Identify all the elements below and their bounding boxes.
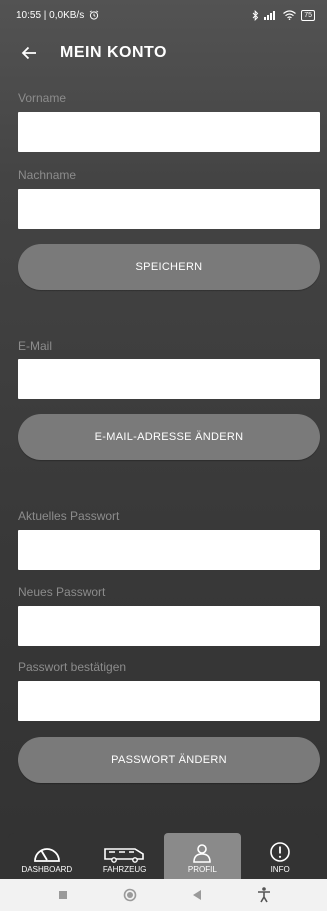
nachname-label: Nachname (18, 168, 77, 182)
alarm-clock-icon (89, 10, 99, 20)
new-password-label: Neues Passwort (18, 585, 106, 599)
recent-apps-button[interactable] (48, 880, 78, 910)
vorname-input[interactable] (18, 112, 320, 152)
triangle-back-icon (192, 890, 201, 900)
confirm-password-label: Passwort bestätigen (18, 660, 127, 674)
nav-item-dashboard[interactable]: DASHBOARD (8, 833, 86, 879)
accessibility-icon (257, 887, 270, 903)
confirm-password-input[interactable] (18, 681, 320, 721)
wifi-icon (283, 10, 297, 20)
nav-item-info[interactable]: INFO (241, 833, 319, 879)
battery-level: 75 (304, 11, 312, 19)
nav-item-fahrzeug[interactable]: FAHRZEUG (86, 833, 164, 879)
email-input[interactable] (18, 359, 320, 399)
bottom-navigation: DASHBOARD FAHRZEUG PROFIL INFO (8, 833, 319, 879)
nav-label-info: INFO (270, 865, 290, 874)
nav-label-profil: PROFIL (187, 865, 217, 874)
circle-icon (123, 888, 137, 902)
dashboard-gauge-icon (33, 848, 60, 862)
current-password-input[interactable] (18, 530, 320, 570)
square-icon (59, 891, 68, 899)
change-email-button[interactable]: E-MAIL-ADRESSE ÄNDERN (18, 414, 320, 460)
home-button[interactable] (115, 880, 145, 910)
current-password-label: Aktuelles Passwort (18, 509, 120, 523)
status-bar: 10:55 | 0,0KB/s 75 (0, 0, 327, 30)
status-right: 75 (252, 9, 315, 21)
bluetooth-icon (252, 9, 259, 21)
status-time-speed: 10:55 | 0,0KB/s (16, 9, 85, 21)
battery-icon: 75 (301, 9, 315, 21)
info-icon (270, 842, 290, 862)
vorname-label: Vorname (18, 91, 67, 105)
system-navigation-bar (0, 879, 327, 911)
system-back-button[interactable] (182, 880, 212, 910)
accessibility-button[interactable] (249, 880, 279, 910)
new-password-input[interactable] (18, 606, 320, 646)
nav-label-dashboard: DASHBOARD (21, 865, 73, 874)
back-button[interactable] (6, 30, 52, 76)
status-left: 10:55 | 0,0KB/s (16, 10, 99, 21)
save-button[interactable]: SPEICHERN (18, 244, 320, 290)
page-title: MEIN KONTO (60, 44, 167, 61)
app-header: MEIN KONTO (0, 30, 327, 76)
person-icon (193, 844, 212, 863)
signal-icon (264, 11, 276, 20)
camper-van-icon (103, 848, 144, 863)
email-label: E-Mail (18, 339, 53, 353)
arrow-left-icon (21, 46, 36, 60)
change-password-button[interactable]: PASSWORT ÄNDERN (18, 737, 320, 783)
nachname-input[interactable] (18, 189, 320, 229)
nav-item-profil[interactable]: PROFIL (163, 833, 242, 879)
nav-label-fahrzeug: FAHRZEUG (102, 865, 147, 874)
